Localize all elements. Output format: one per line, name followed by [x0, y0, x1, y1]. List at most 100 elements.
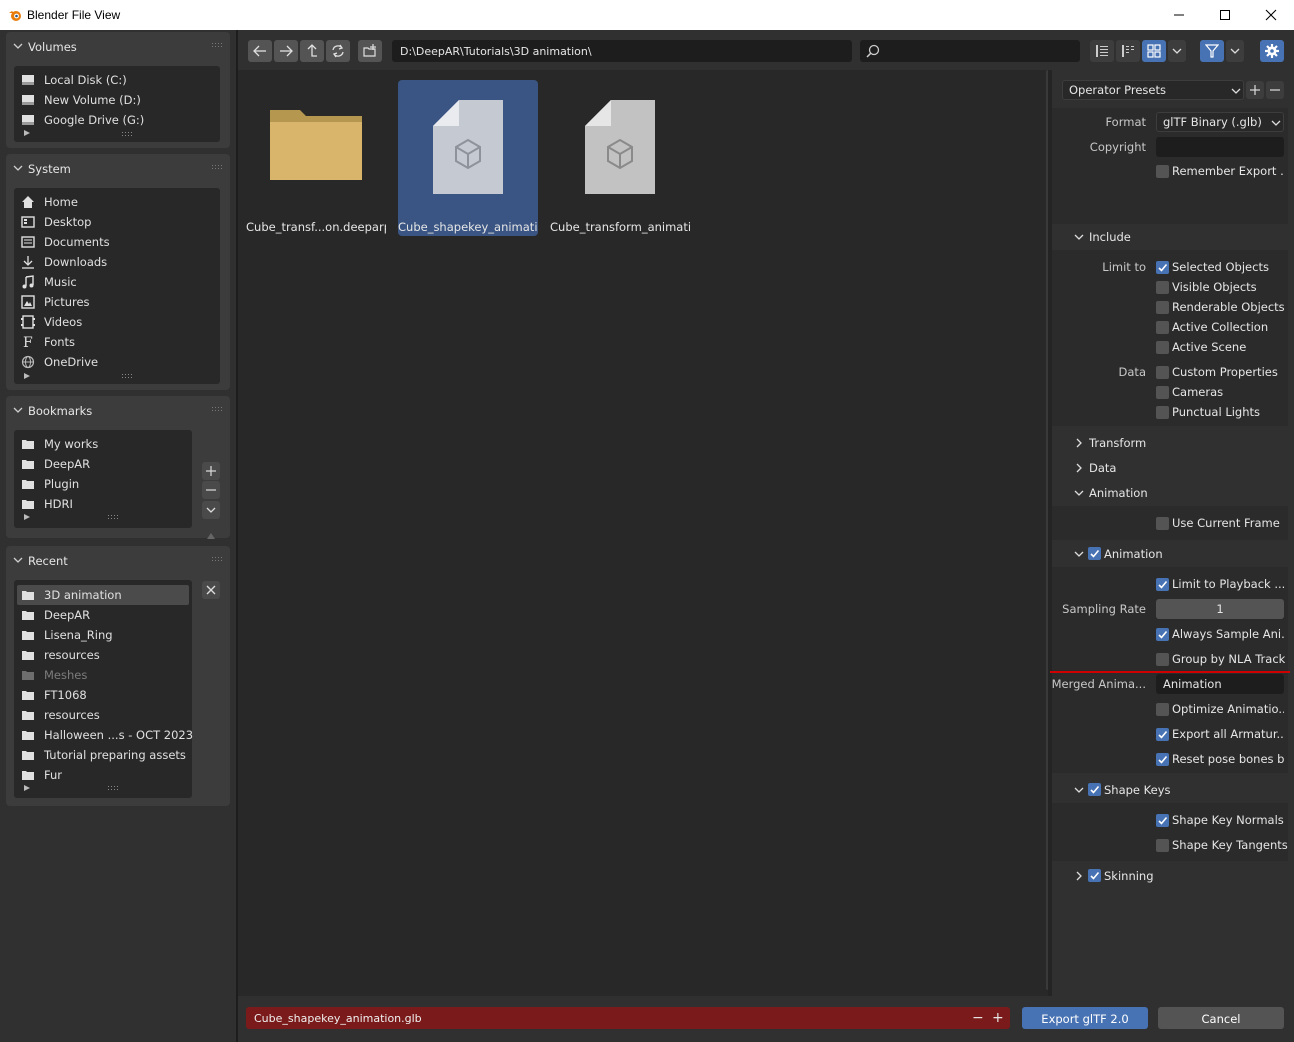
always-sample-checkbox[interactable]: [1156, 628, 1169, 641]
remember-export-checkbox[interactable]: [1156, 165, 1169, 178]
sidebar-item-local-disk[interactable]: Local Disk (C:): [14, 70, 220, 90]
bookmark-item[interactable]: HDRI: [14, 494, 192, 514]
skinning-checkbox[interactable]: [1088, 869, 1101, 882]
sidebar-item-documents[interactable]: Documents: [14, 232, 220, 252]
format-dropdown[interactable]: glTF Binary (.glb): [1156, 112, 1284, 132]
active-collection-checkbox[interactable]: [1156, 321, 1169, 334]
view-thumbnails-button[interactable]: [1142, 40, 1166, 62]
display-settings-dropdown[interactable]: [1168, 40, 1186, 62]
visible-objects-checkbox[interactable]: [1156, 281, 1169, 294]
forward-button[interactable]: [274, 40, 298, 62]
recent-item[interactable]: DeepAR: [14, 605, 192, 625]
cancel-button[interactable]: Cancel: [1158, 1007, 1284, 1029]
recent-item[interactable]: 3D animation: [17, 585, 189, 605]
merged-animation-input[interactable]: Animation: [1156, 674, 1284, 694]
view-horizontal-list-button[interactable]: [1116, 40, 1140, 62]
expand-list-icon[interactable]: [24, 373, 30, 379]
sidebar-item-music[interactable]: Music: [14, 272, 220, 292]
expand-list-icon[interactable]: [24, 130, 30, 136]
sidebar-item-google-drive[interactable]: Google Drive (G:): [14, 110, 220, 130]
recent-item[interactable]: Halloween ...s - OCT 2023: [14, 725, 193, 745]
bookmark-menu-button[interactable]: [202, 501, 220, 519]
sidebar-item-pictures[interactable]: Pictures: [14, 292, 220, 312]
recent-item[interactable]: resources: [14, 705, 192, 725]
bookmark-item[interactable]: DeepAR: [14, 454, 192, 474]
bookmark-item[interactable]: My works: [14, 434, 192, 454]
recent-item[interactable]: Lisena_Ring: [14, 625, 192, 645]
view-vertical-list-button[interactable]: [1090, 40, 1114, 62]
active-scene-checkbox[interactable]: [1156, 341, 1169, 354]
reset-pose-checkbox[interactable]: [1156, 753, 1169, 766]
limit-playback-checkbox[interactable]: [1156, 578, 1169, 591]
renderable-objects-checkbox[interactable]: [1156, 301, 1169, 314]
volumes-header[interactable]: Volumes: [6, 32, 230, 60]
file-item[interactable]: Cube_transform_animatio...: [550, 80, 690, 236]
decrement-filename-button[interactable]: −: [972, 1010, 984, 1026]
bookmark-item[interactable]: Plugin: [14, 474, 192, 494]
expand-list-icon[interactable]: [24, 785, 30, 791]
drag-grip-icon[interactable]: [212, 557, 222, 563]
export-button[interactable]: Export glTF 2.0: [1022, 1007, 1148, 1029]
transform-section-header[interactable]: Transform: [1052, 431, 1288, 455]
selected-objects-checkbox[interactable]: [1156, 261, 1169, 274]
group-nla-checkbox[interactable]: [1156, 653, 1169, 666]
file-item-folder[interactable]: Cube_transf...on.deeparproj: [246, 80, 386, 236]
animation-subsection-header[interactable]: Animation: [1052, 542, 1288, 566]
system-header[interactable]: System: [6, 154, 230, 182]
include-section-header[interactable]: Include: [1052, 225, 1288, 249]
recent-item[interactable]: resources: [14, 645, 192, 665]
increment-filename-button[interactable]: +: [992, 1010, 1004, 1026]
copyright-input[interactable]: [1156, 137, 1284, 157]
remove-bookmark-button[interactable]: [202, 481, 220, 499]
sidebar-item-downloads[interactable]: Downloads: [14, 252, 220, 272]
remove-preset-button[interactable]: [1266, 81, 1284, 99]
close-window-button[interactable]: [1248, 0, 1294, 30]
shape-keys-checkbox[interactable]: [1088, 783, 1101, 796]
punctual-lights-checkbox[interactable]: [1156, 406, 1169, 419]
back-button[interactable]: [248, 40, 272, 62]
sidebar-item-fonts[interactable]: F Fonts: [14, 332, 220, 352]
skinning-section-header[interactable]: Skinning: [1052, 864, 1288, 888]
sidebar-item-videos[interactable]: Videos: [14, 312, 220, 332]
filter-button[interactable]: [1200, 40, 1224, 62]
recent-item[interactable]: Meshes: [14, 665, 192, 685]
move-up-button[interactable]: [202, 529, 220, 543]
clear-recent-button[interactable]: [202, 581, 220, 599]
resize-grip-icon[interactable]: [108, 515, 118, 521]
sidebar-item-new-volume[interactable]: New Volume (D:): [14, 90, 220, 110]
directory-path-input[interactable]: D:\DeepAR\Tutorials\3D animation\: [392, 40, 852, 62]
drag-grip-icon[interactable]: [212, 43, 222, 49]
bookmarks-header[interactable]: Bookmarks: [6, 396, 230, 424]
sidebar-item-onedrive[interactable]: OneDrive: [14, 352, 220, 372]
sidebar-item-home[interactable]: Home: [14, 192, 220, 212]
export-armatures-checkbox[interactable]: [1156, 728, 1169, 741]
recent-item[interactable]: Fur: [14, 765, 192, 785]
animation-section-header[interactable]: Animation: [1052, 481, 1288, 505]
drag-grip-icon[interactable]: [212, 165, 222, 171]
filename-input[interactable]: Cube_shapekey_animation.glb − +: [246, 1007, 1010, 1029]
settings-toggle-button[interactable]: [1260, 40, 1284, 62]
cameras-checkbox[interactable]: [1156, 386, 1169, 399]
maximize-button[interactable]: [1202, 0, 1248, 30]
resize-grip-icon[interactable]: [108, 786, 118, 792]
sidebar-item-desktop[interactable]: Desktop: [14, 212, 220, 232]
search-input[interactable]: [860, 40, 1080, 62]
custom-properties-checkbox[interactable]: [1156, 366, 1169, 379]
recent-item[interactable]: FT1068: [14, 685, 192, 705]
add-bookmark-button[interactable]: [202, 462, 220, 480]
data-section-header[interactable]: Data: [1052, 456, 1288, 480]
shape-key-tangents-checkbox[interactable]: [1156, 839, 1169, 852]
drag-grip-icon[interactable]: [212, 407, 222, 413]
file-item-selected[interactable]: Cube_shapekey_animatio...: [398, 80, 538, 236]
use-current-frame-checkbox[interactable]: [1156, 517, 1169, 530]
add-preset-button[interactable]: [1246, 81, 1264, 99]
resize-grip-icon[interactable]: [122, 132, 132, 138]
parent-directory-button[interactable]: [300, 40, 324, 62]
shape-keys-section-header[interactable]: Shape Keys: [1052, 778, 1288, 802]
shape-key-normals-checkbox[interactable]: [1156, 814, 1169, 827]
refresh-button[interactable]: [326, 40, 350, 62]
operator-presets-dropdown[interactable]: Operator Presets: [1062, 80, 1244, 100]
filter-settings-dropdown[interactable]: [1226, 40, 1244, 62]
recent-item[interactable]: Tutorial preparing assets: [14, 745, 192, 765]
recent-header[interactable]: Recent: [6, 546, 230, 574]
